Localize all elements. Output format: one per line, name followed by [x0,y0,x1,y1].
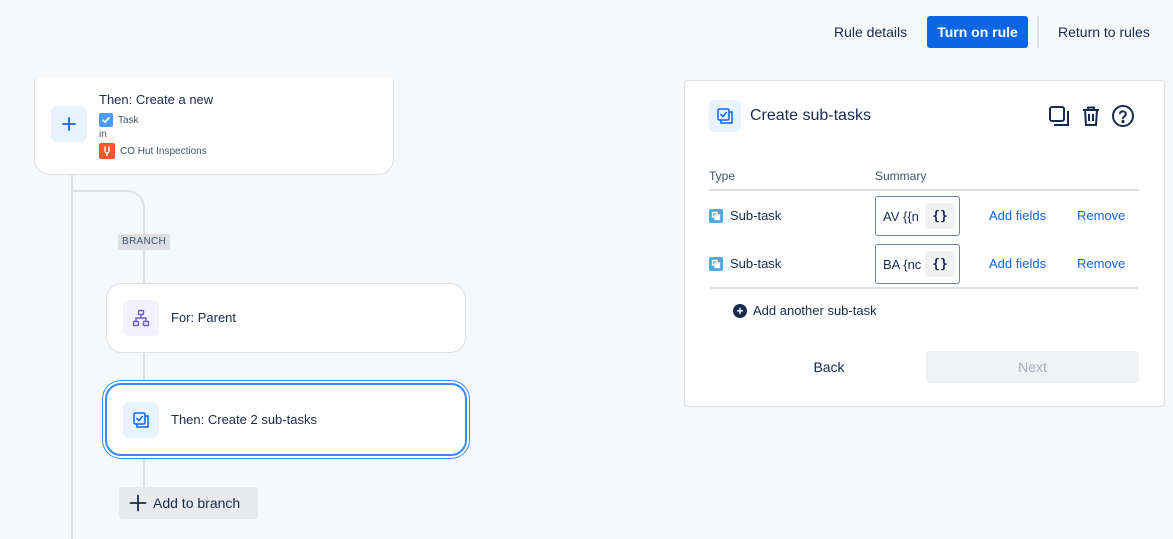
create-node-title: Then: Create a new [99,92,214,107]
create-issue-node[interactable]: Then: Create a new Task in CO Hut Inspec… [34,78,394,175]
project-row: CO Hut Inspections [99,143,207,159]
back-button[interactable]: Back [779,351,879,383]
for-parent-label: For: Parent [171,310,237,325]
return-to-rules-button[interactable]: Return to rules [1046,16,1162,48]
branch-tag: BRANCH [118,234,171,250]
remove-link[interactable]: Remove [1077,208,1125,223]
create-subtasks-node[interactable]: Then: Create 2 sub-tasks [105,383,467,456]
summary-input[interactable]: AV {{n {} [875,196,960,236]
next-button[interactable]: Next [926,351,1139,383]
trash-icon[interactable] [1078,103,1104,129]
rule-details-button[interactable]: Rule details [822,16,919,48]
smart-value-button[interactable]: {} [925,203,955,229]
subtasks-icon [123,402,159,438]
for-parent-node[interactable]: For: Parent [106,283,466,353]
task-icon [99,113,113,127]
table-row: Sub-task BA {nc {} Add fields Remove [709,244,1139,284]
column-header-summary: Summary [875,169,927,183]
branch-tree-icon [123,300,159,336]
issue-type-row: Task [99,113,139,127]
in-label: in [99,129,107,140]
subtask-icon [709,256,723,271]
subtask-type: Sub-task [709,256,781,271]
create-subtasks-label: Then: Create 2 sub-tasks [171,412,317,427]
add-another-label: Add another sub-task [753,303,877,318]
smart-value-button[interactable]: {} [925,251,955,277]
add-to-branch-button[interactable]: Add to branch [119,487,258,519]
in-text: in [99,129,107,140]
plus-circle-icon: + [733,303,747,318]
remove-link[interactable]: Remove [1077,256,1125,271]
subtask-icon [709,208,723,223]
summary-input-value: AV {{n [883,208,919,224]
add-another-subtask-button[interactable]: + Add another sub-task [733,303,877,318]
add-to-branch-label: Add to branch [153,495,241,511]
subtask-type-label: Sub-task [730,256,782,271]
issue-type-label: Task [118,114,139,126]
panel-title: Create sub-tasks [750,107,871,124]
toolbar-divider [1037,16,1039,48]
table-row: Sub-task AV {{n {} Add fields Remove [709,196,1139,236]
header-divider [709,189,1139,191]
copy-icon[interactable] [1046,103,1072,129]
rows-divider [709,287,1139,289]
subtask-type-label: Sub-task [730,208,782,223]
plus-icon [129,494,147,512]
subtasks-icon [709,100,741,132]
column-header-type: Type [709,169,736,183]
branch-connector [71,190,145,230]
project-icon [99,143,115,159]
subtask-type: Sub-task [709,208,781,223]
turn-on-rule-button[interactable]: Turn on rule [927,16,1028,48]
help-icon[interactable] [1110,103,1136,129]
add-fields-link[interactable]: Add fields [989,208,1046,223]
add-fields-link[interactable]: Add fields [989,256,1046,271]
plus-icon [51,106,87,142]
summary-input[interactable]: BA {nc {} [875,244,960,284]
create-subtasks-panel: Create sub-tasks Type Summary Sub-task A… [684,80,1165,407]
summary-input-value: BA {nc [883,256,922,272]
project-label: CO Hut Inspections [120,145,207,157]
